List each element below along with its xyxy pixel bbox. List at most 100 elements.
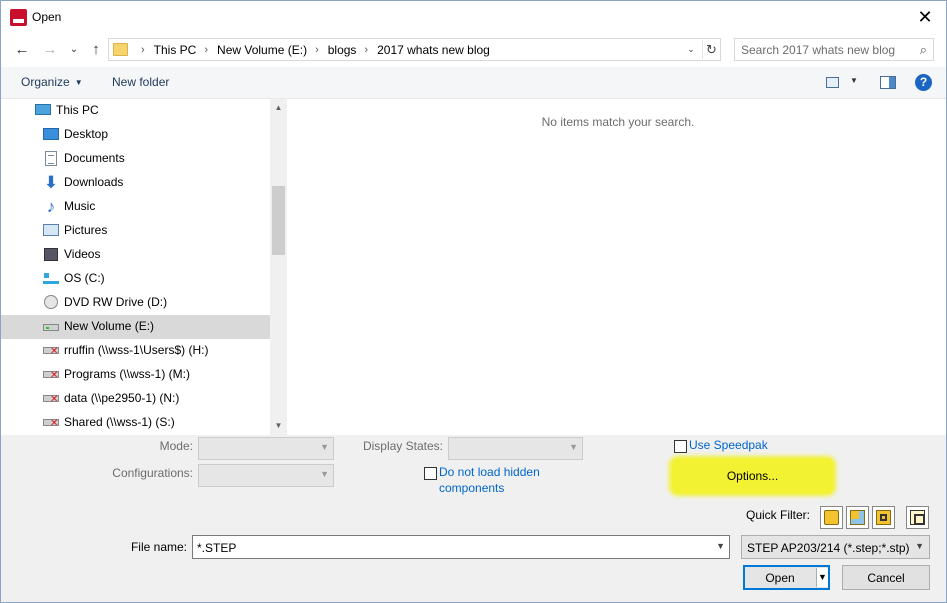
os-drive-icon [43, 272, 59, 284]
desktop-icon [43, 128, 59, 140]
change-view-icon[interactable] [826, 77, 839, 88]
breadcrumb-current-folder[interactable]: 2017 whats new blog [377, 43, 490, 57]
breadcrumb-this-pc[interactable]: This PC [154, 43, 197, 57]
nav-item-os-c[interactable]: OS (C:) [1, 267, 270, 291]
configurations-select[interactable]: ▼ [198, 464, 334, 487]
nav-item-desktop[interactable]: Desktop [1, 123, 270, 147]
nav-item-downloads[interactable]: ⬇ Downloads [1, 171, 270, 195]
nav-item-music[interactable]: ♪ Music [1, 195, 270, 219]
nav-item-rruffin-h[interactable]: rruffin (\\wss-1\Users$) (H:) [1, 339, 270, 363]
nav-item-this-pc[interactable]: This PC [1, 99, 270, 123]
configurations-label: Configurations: [112, 466, 193, 480]
address-dropdown-icon[interactable]: ⌄ [683, 41, 699, 58]
title-bar: Open ✕ [1, 1, 946, 33]
file-options-panel: Mode: ▼ Display States: ▼ Configurations… [1, 435, 946, 602]
filter-drawings-icon [876, 510, 891, 525]
nav-item-shared-s[interactable]: Shared (\\wss-1) (S:) [1, 411, 270, 435]
filter-parts-icon [824, 510, 839, 525]
view-options-chevron-icon[interactable]: ▼ [850, 76, 858, 85]
breadcrumb-new-volume[interactable]: New Volume (E:) [217, 43, 307, 57]
file-name-label: File name: [130, 540, 187, 554]
nav-item-label: DVD RW Drive (D:) [64, 295, 168, 309]
nav-item-label: Pictures [64, 223, 108, 237]
breadcrumb: › This PC › New Volume (E:) › blogs › 20… [133, 42, 490, 58]
this-pc-icon [35, 104, 51, 115]
breadcrumb-separator: › [141, 44, 145, 56]
nav-item-videos[interactable]: Videos [1, 243, 270, 267]
scroll-down-icon[interactable]: ▼ [270, 417, 287, 434]
breadcrumb-blogs[interactable]: blogs [328, 43, 357, 57]
nav-item-label: Videos [64, 247, 101, 261]
nav-item-new-volume[interactable]: New Volume (E:) [1, 315, 270, 339]
up-button[interactable]: ↑ [86, 41, 106, 59]
chevron-down-icon: ▼ [74, 78, 83, 87]
search-icon[interactable]: ⌕ [920, 42, 927, 58]
filter-top-level-assemblies-button[interactable] [906, 506, 929, 529]
options-button-label: Options... [726, 469, 779, 483]
cancel-button-label: Cancel [867, 571, 905, 585]
address-bar[interactable]: › This PC › New Volume (E:) › blogs › 20… [108, 38, 721, 61]
file-name-input[interactable] [197, 540, 697, 555]
options-button[interactable]: Options... [672, 459, 833, 493]
pictures-icon [43, 224, 59, 236]
mode-label: Mode: [159, 439, 193, 453]
close-button[interactable]: ✕ [910, 3, 940, 31]
nav-item-label: Music [64, 199, 96, 213]
nav-item-data-n[interactable]: data (\\pe2950-1) (N:) [1, 387, 270, 411]
filter-drawings-button[interactable] [872, 506, 895, 529]
filter-parts-button[interactable] [820, 506, 843, 529]
do-not-load-hidden-label-line2[interactable]: components [439, 481, 504, 496]
mode-select[interactable]: ▼ [198, 437, 334, 460]
chevron-down-icon: ▼ [915, 541, 924, 551]
recent-locations-button[interactable]: ⌄ [64, 41, 84, 59]
search-input[interactable] [741, 42, 911, 57]
scrollbar-thumb[interactable] [272, 186, 285, 255]
file-name-combo[interactable]: ▼ [192, 535, 730, 559]
nav-item-documents[interactable]: Documents [1, 147, 270, 171]
open-button[interactable]: Open ▼ [743, 565, 830, 590]
nav-scrollbar[interactable]: ▲ ▼ [270, 99, 287, 435]
drive-icon [43, 324, 59, 331]
file-type-select[interactable]: STEP AP203/214 (*.step;*.stp) ▼ [741, 535, 930, 559]
window-title: Open [32, 10, 62, 24]
back-button[interactable]: ← [12, 41, 32, 59]
cancel-button[interactable]: Cancel [842, 565, 930, 590]
organize-button[interactable]: Organize ▼ [21, 75, 83, 89]
disconnected-network-drive-icon [43, 370, 59, 381]
nav-item-dvd-rw-drive[interactable]: DVD RW Drive (D:) [1, 291, 270, 315]
display-states-select[interactable]: ▼ [448, 437, 583, 460]
filter-assemblies-icon [850, 510, 865, 525]
downloads-icon: ⬇ [43, 173, 59, 192]
nav-item-label: Programs (\\wss-1) (M:) [64, 367, 190, 381]
chevron-down-icon[interactable]: ▼ [716, 541, 725, 551]
use-speedpak-label[interactable]: Use Speedpak [689, 438, 768, 453]
help-icon[interactable]: ? [915, 74, 932, 91]
nav-item-label: Downloads [64, 175, 124, 189]
dvd-drive-icon [44, 295, 58, 309]
documents-icon [45, 151, 57, 166]
disconnected-network-drive-icon [43, 346, 59, 357]
music-icon: ♪ [46, 197, 56, 216]
scroll-up-icon[interactable]: ▲ [270, 99, 287, 116]
forward-button[interactable]: → [40, 41, 60, 59]
chevron-down-icon: ▼ [569, 442, 578, 452]
nav-item-pictures[interactable]: Pictures [1, 219, 270, 243]
nav-item-label: Documents [64, 151, 125, 165]
nav-item-label: Desktop [64, 127, 109, 141]
do-not-load-hidden-checkbox[interactable] [424, 467, 437, 480]
search-box[interactable]: ⌕ [734, 38, 934, 61]
breadcrumb-separator: › [315, 44, 319, 56]
preview-pane-icon[interactable] [880, 76, 896, 89]
refresh-icon[interactable]: ↻ [702, 40, 720, 59]
nav-item-programs-m[interactable]: Programs (\\wss-1) (M:) [1, 363, 270, 387]
solidworks-app-icon [10, 9, 27, 26]
breadcrumb-separator: › [364, 44, 369, 56]
open-options-chevron-icon[interactable]: ▼ [816, 568, 828, 587]
use-speedpak-checkbox[interactable] [674, 440, 687, 453]
filter-assemblies-button[interactable] [846, 506, 869, 529]
do-not-load-hidden-label-line1[interactable]: Do not load hidden [439, 465, 540, 480]
file-list[interactable]: No items match your search. [288, 99, 946, 435]
new-folder-button[interactable]: New folder [112, 75, 169, 89]
display-states-label: Display States: [362, 439, 443, 453]
nav-item-label: New Volume (E:) [64, 319, 155, 333]
